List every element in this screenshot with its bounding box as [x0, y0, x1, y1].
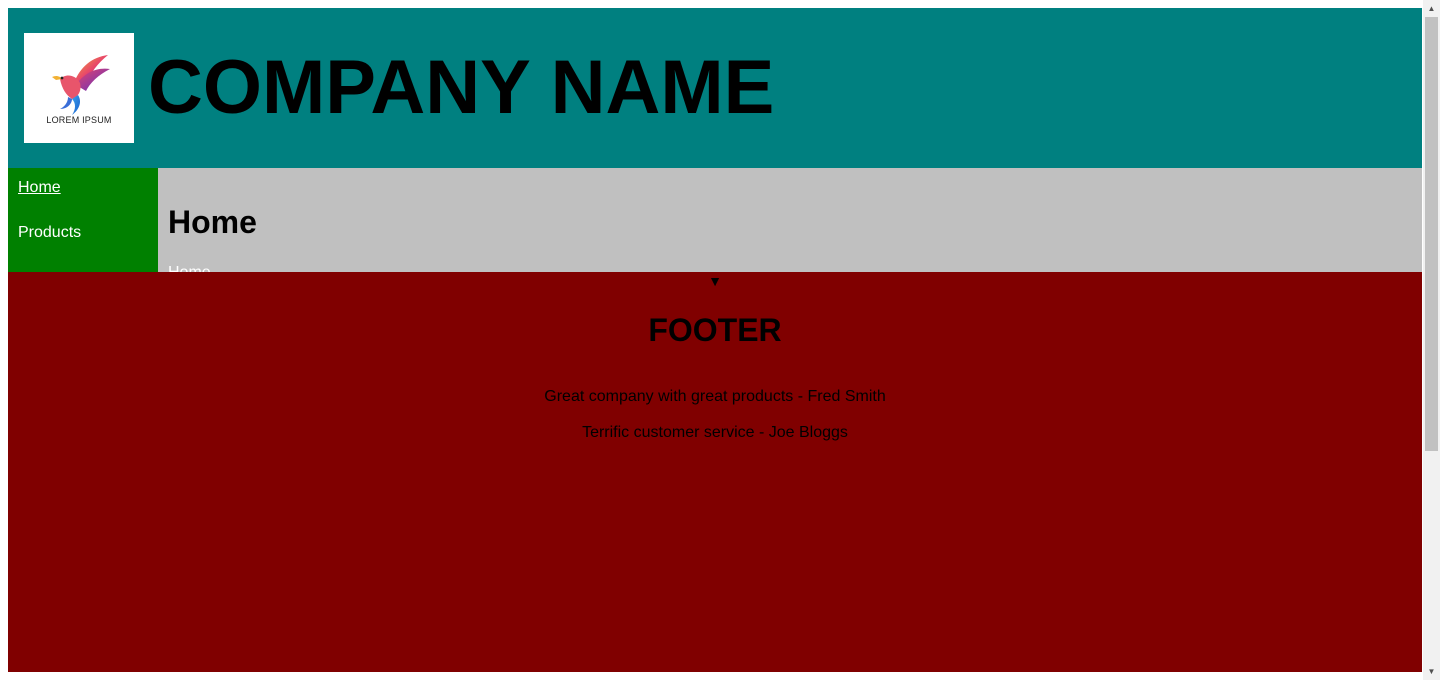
company-logo: LOREM IPSUM [24, 33, 134, 143]
header: LOREM IPSUM COMPANY NAME [8, 8, 1422, 168]
logo-text: LOREM IPSUM [46, 115, 112, 125]
vertical-scrollbar[interactable]: ▲ ▼ [1423, 0, 1440, 680]
scrollbar-thumb[interactable] [1425, 17, 1438, 451]
testimonial: Great company with great products - Fred… [544, 388, 886, 405]
company-name: COMPANY NAME [148, 45, 775, 130]
sidebar-item-products[interactable]: Products [18, 224, 81, 242]
scroll-up-icon[interactable]: ▲ [1423, 0, 1440, 17]
main-content: Home Home [158, 168, 1422, 272]
page-title: Home [168, 204, 257, 240]
scroll-down-icon[interactable]: ▼ [1423, 663, 1440, 680]
bird-logo-icon [52, 55, 110, 115]
testimonial: Terrific customer service - Joe Bloggs [582, 424, 848, 441]
page-subtitle: Home [168, 264, 211, 272]
sidebar-nav: Home Products [8, 168, 158, 272]
footer-title: FOOTER [648, 312, 782, 348]
footer: ▼ FOOTER Great company with great produc… [8, 272, 1422, 672]
triangle-down-icon[interactable]: ▼ [8, 272, 1422, 290]
page: LOREM IPSUM COMPANY NAME Home Products H… [8, 8, 1422, 672]
sidebar-item-home[interactable]: Home [18, 179, 61, 197]
